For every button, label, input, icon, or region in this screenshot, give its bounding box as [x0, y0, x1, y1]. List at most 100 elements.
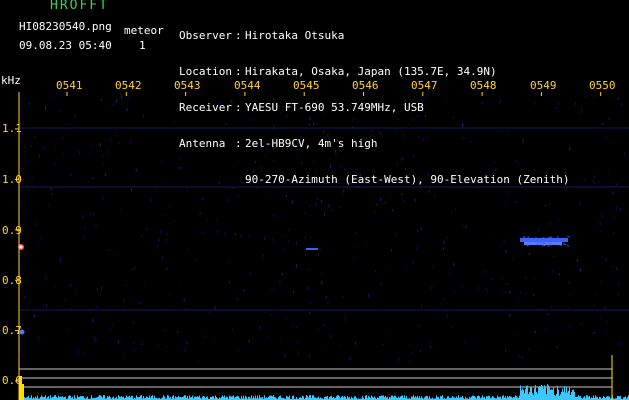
- noise-speck: [368, 294, 370, 298]
- noise-speck: [430, 345, 431, 348]
- noise-speck: [550, 306, 552, 309]
- level-bar: [48, 396, 49, 400]
- noise-speck: [320, 273, 322, 276]
- noise-speck: [166, 267, 168, 270]
- echo-speck: [542, 237, 545, 239]
- echo-speck: [543, 239, 546, 241]
- noise-speck: [608, 170, 610, 172]
- x-tick-label: 0548: [470, 79, 497, 92]
- level-bar: [532, 393, 533, 400]
- echo-speck: [556, 236, 559, 238]
- noise-speck: [293, 290, 295, 293]
- noise-speck: [161, 305, 163, 307]
- noise-speck: [521, 355, 523, 359]
- meteor-echoes: [18, 236, 570, 335]
- level-bar: [371, 395, 372, 400]
- level-bar: [141, 395, 142, 400]
- level-bar: [259, 395, 260, 400]
- noise-speck: [35, 186, 36, 189]
- y-axis-ticks: [15, 128, 19, 382]
- noise-speck: [161, 256, 163, 260]
- noise-speck: [165, 215, 166, 217]
- noise-speck: [214, 308, 216, 310]
- level-bar: [202, 396, 203, 400]
- noise-speck: [237, 348, 239, 351]
- receiver-value: YAESU FT-690 53.749MHz, USB: [245, 101, 424, 114]
- noise-speck: [124, 285, 126, 287]
- level-bar: [35, 396, 36, 400]
- noise-speck: [604, 306, 606, 310]
- y-tick-label: 0.7: [2, 324, 22, 337]
- level-bar: [520, 385, 521, 400]
- level-bar: [69, 395, 70, 400]
- level-bar: [462, 395, 463, 400]
- level-bar: [195, 396, 196, 400]
- noise-speck: [390, 249, 392, 252]
- noise-speck: [606, 321, 608, 323]
- level-bar: [339, 396, 340, 400]
- noise-speck: [135, 168, 137, 172]
- level-bar: [547, 384, 548, 400]
- level-bar: [563, 391, 564, 400]
- level-bar: [603, 396, 604, 400]
- noise-speck: [120, 210, 122, 211]
- noise-speck: [122, 104, 123, 106]
- level-bar: [525, 389, 526, 400]
- noise-speck: [215, 305, 216, 309]
- noise-speck: [354, 342, 356, 345]
- x-tick-label: 0547: [411, 79, 438, 92]
- noise-speck: [123, 299, 125, 303]
- noise-speck: [309, 302, 311, 304]
- noise-speck: [34, 135, 36, 138]
- level-bar: [83, 396, 84, 400]
- y-tick-label: 1.0: [2, 173, 22, 186]
- noise-speck: [36, 222, 38, 226]
- level-bar: [55, 395, 56, 400]
- noise-speck: [243, 289, 245, 292]
- noise-speck: [374, 211, 376, 213]
- noise-speck: [558, 218, 560, 221]
- noise-speck: [116, 99, 118, 103]
- level-bar: [184, 395, 185, 400]
- noise-speck: [380, 282, 382, 285]
- level-bar: [395, 395, 396, 400]
- location-value: Hirakata, Osaka, Japan (135.7E, 34.9N): [245, 65, 497, 78]
- level-bar: [401, 395, 402, 400]
- noise-speck: [525, 293, 527, 295]
- level-bar: [529, 392, 530, 400]
- noise-speck: [75, 291, 77, 294]
- level-bar: [458, 395, 459, 400]
- noise-speck: [441, 302, 443, 306]
- noise-speck: [110, 327, 111, 329]
- noise-speck: [54, 286, 56, 288]
- level-bar: [342, 395, 343, 400]
- noise-speck: [594, 175, 596, 179]
- noise-speck: [31, 177, 33, 180]
- noise-speck: [34, 315, 35, 318]
- noise-speck: [517, 334, 519, 336]
- noise-speck: [88, 182, 90, 183]
- noise-speck: [594, 95, 596, 98]
- antenna-row-2: 90-270-Azimuth (East-West), 90-Elevation…: [179, 174, 570, 186]
- level-bar: [80, 396, 81, 400]
- level-bar: [567, 392, 568, 400]
- level-bar: [54, 395, 55, 400]
- noise-speck: [305, 236, 307, 239]
- noise-speck: [207, 220, 209, 222]
- noise-speck: [600, 319, 602, 321]
- noise-speck: [296, 326, 297, 329]
- echo-speck: [535, 238, 538, 240]
- level-bar: [556, 393, 557, 400]
- noise-speck: [326, 297, 328, 300]
- level-bar: [561, 391, 562, 400]
- level-bar: [429, 396, 430, 400]
- noise-speck: [161, 178, 163, 180]
- level-bar: [337, 395, 338, 400]
- level-bar: [569, 387, 570, 400]
- noise-speck: [489, 236, 491, 238]
- level-bar: [487, 396, 488, 400]
- noise-speck: [323, 212, 325, 216]
- noise-speck: [185, 347, 187, 350]
- noise-speck: [122, 305, 124, 308]
- noise-speck: [204, 335, 206, 338]
